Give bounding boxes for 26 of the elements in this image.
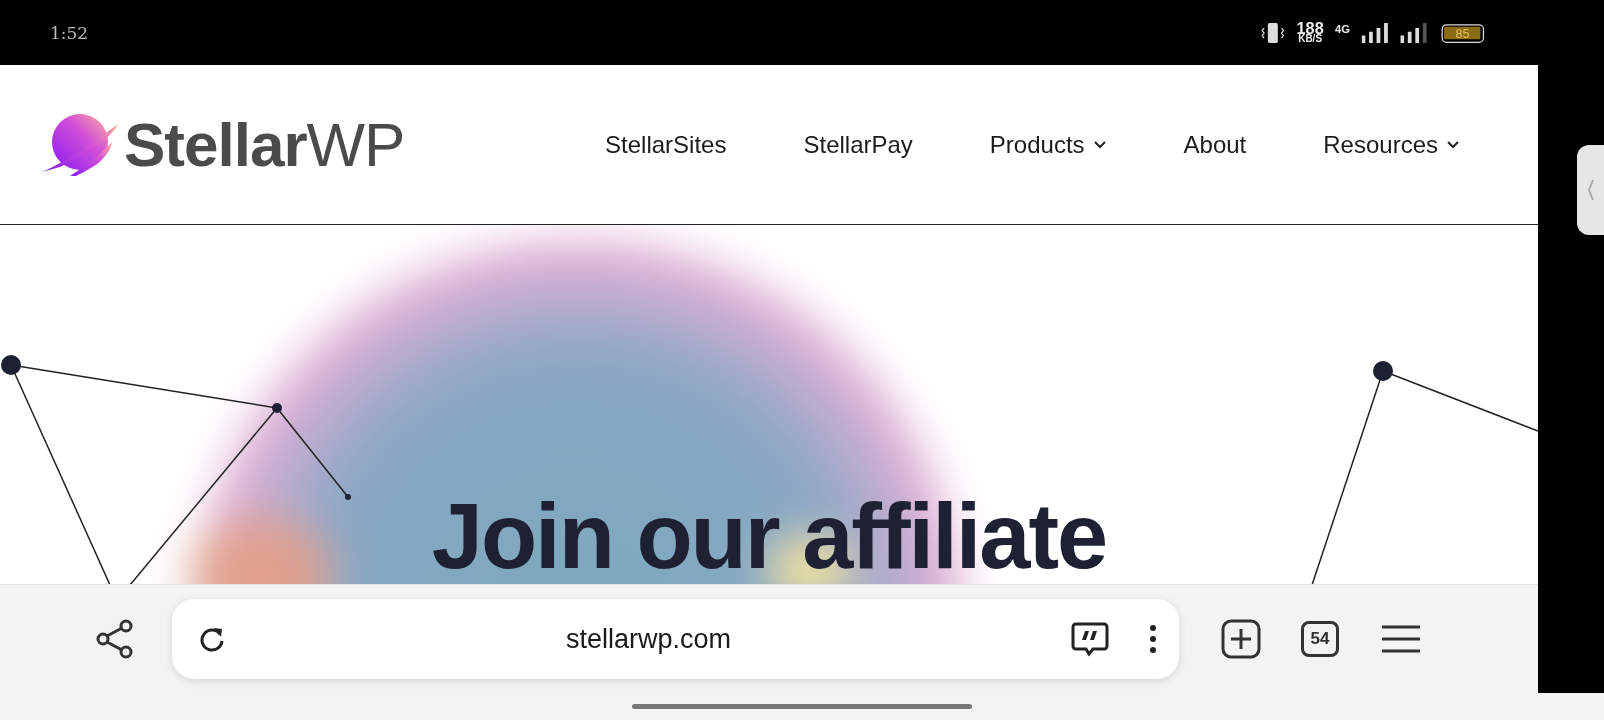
planet-icon: [40, 111, 120, 178]
vibrate-icon: [1260, 20, 1286, 45]
chevron-down-icon: [1446, 140, 1460, 149]
nav-link[interactable]: StellarPay: [803, 130, 913, 159]
nav-link[interactable]: Products: [989, 130, 1107, 159]
url-text: stellarwp.com: [564, 623, 732, 655]
menu-icon[interactable]: [1381, 624, 1421, 654]
tab-count-button[interactable]: 54: [1301, 621, 1339, 657]
nav-link[interactable]: Resources: [1323, 130, 1460, 159]
chevron-left-icon: [1586, 178, 1595, 202]
side-panel-handle[interactable]: [1577, 145, 1604, 235]
stellarwp-logo[interactable]: StellarWP: [40, 109, 405, 180]
new-tab-icon[interactable]: [1221, 619, 1261, 659]
more-options-icon[interactable]: [1149, 624, 1157, 654]
hero-heading: Join our affiliate: [431, 490, 1107, 582]
address-bar[interactable]: stellarwp.com: [172, 599, 1179, 679]
nav-link[interactable]: About: [1183, 130, 1247, 159]
network-speed: 188 KB/S: [1296, 21, 1324, 44]
signal-icon: [1361, 22, 1389, 43]
reload-icon[interactable]: [198, 625, 226, 653]
nav-link[interactable]: StellarSites: [605, 130, 727, 159]
share-icon[interactable]: [96, 619, 134, 659]
status-time: 1:52: [50, 22, 89, 43]
chevron-down-icon: [1092, 140, 1107, 149]
quote-bubble-icon[interactable]: [1071, 621, 1109, 657]
network-type: 4G: [1335, 22, 1351, 35]
